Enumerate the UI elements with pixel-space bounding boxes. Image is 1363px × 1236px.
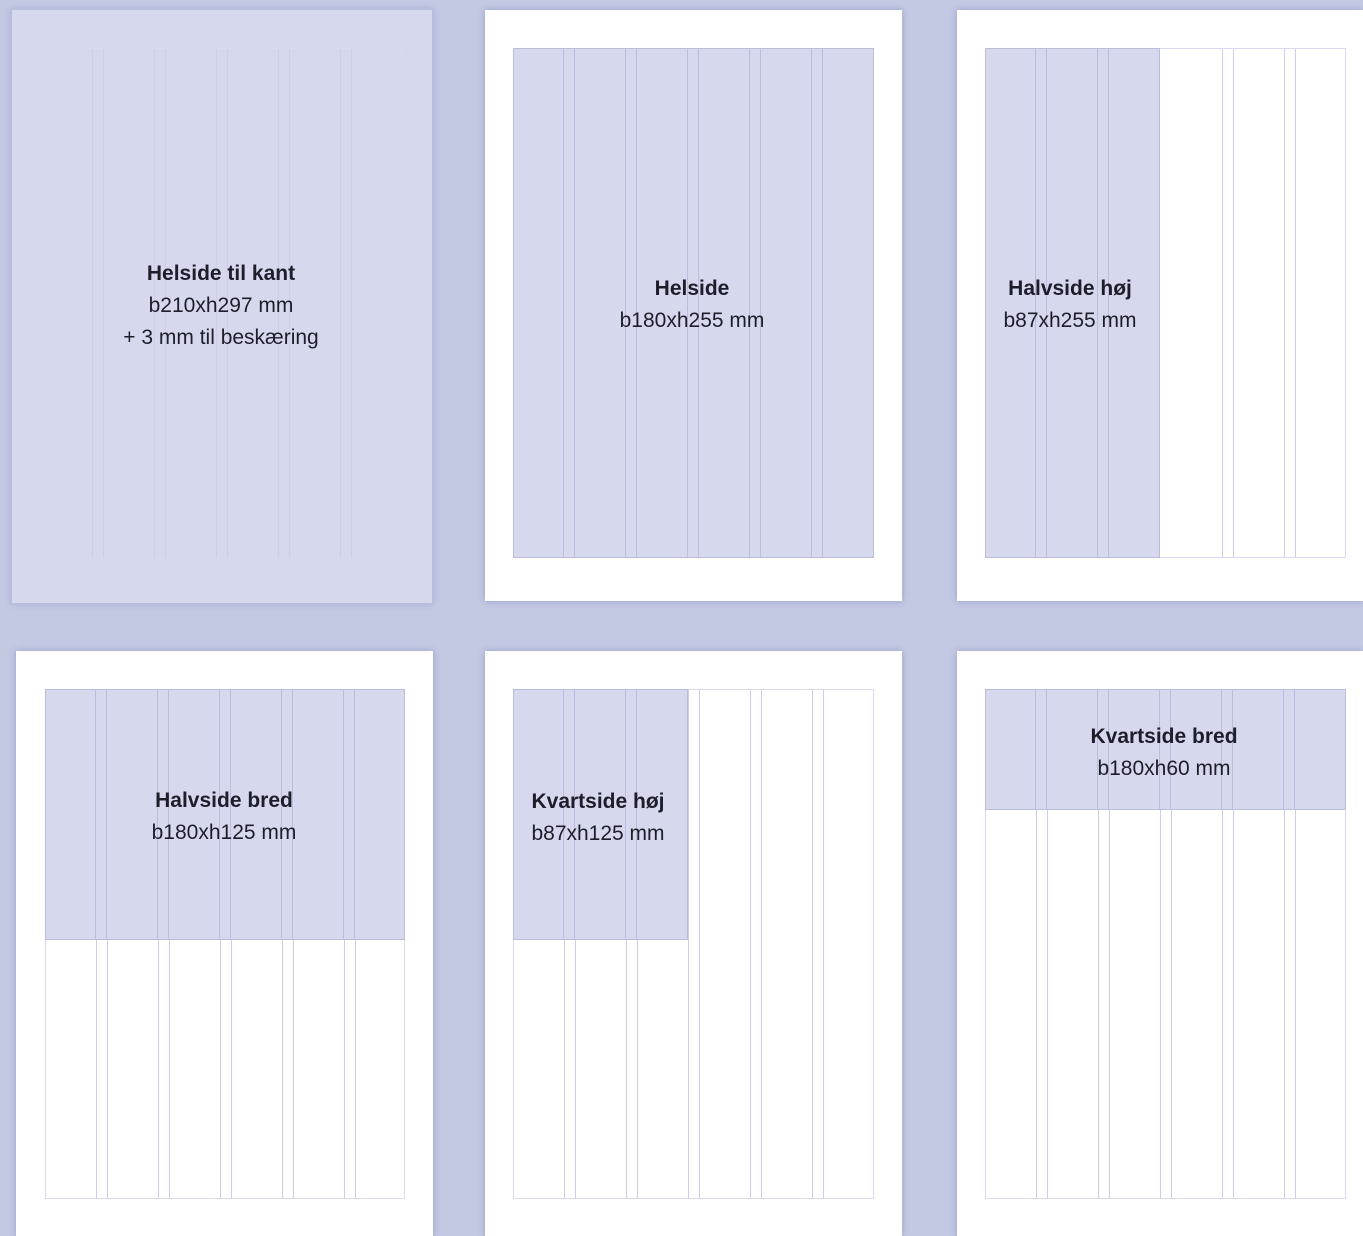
column-guide: [822, 48, 823, 558]
ad-size-label: Kvartside bred b180xh60 mm: [1090, 721, 1237, 785]
column-guide: [688, 690, 689, 1198]
ad-size-title: Helside til kant: [146, 262, 296, 285]
column-guide: [761, 690, 762, 1198]
column-guide: [1046, 689, 1047, 810]
ad-size-card-halvside-hoj: Halvside høj b87xh255 mm: [957, 10, 1363, 601]
column-guide: [1035, 689, 1036, 810]
ad-size-label: Kvartside høj b87xh125 mm: [531, 786, 664, 850]
column-guide: [106, 689, 107, 940]
column-guide: [92, 49, 93, 558]
ad-size-dimensions: b180xh125 mm: [151, 821, 297, 844]
ad-size-dimensions: b210xh297 mm: [148, 294, 294, 317]
ad-size-title: Kvartside høj: [531, 790, 665, 813]
ad-size-dimensions: b180xh255 mm: [619, 309, 765, 332]
ad-size-dimensions: b87xh255 mm: [1003, 309, 1137, 332]
column-guide: [812, 690, 813, 1198]
column-guide: [574, 48, 575, 558]
ad-size-title: Helside: [654, 277, 730, 300]
column-guide: [95, 689, 96, 940]
column-guide: [563, 48, 564, 558]
ad-size-card-kvartside-bred: Kvartside bred b180xh60 mm: [957, 651, 1363, 1236]
ad-size-label: Halvside høj b87xh255 mm: [1003, 273, 1136, 337]
column-guide: [103, 49, 104, 558]
ad-size-card-helside-til-kant: Helside til kant b210xh297 mm + 3 mm til…: [10, 8, 434, 605]
ad-size-label: Halvside bred b180xh125 mm: [152, 785, 297, 849]
ad-size-dimensions: b180xh60 mm: [1097, 757, 1231, 780]
ad-size-label: Helside b180xh255 mm: [620, 273, 765, 337]
column-guide: [351, 49, 352, 558]
column-guide: [354, 689, 355, 940]
column-guide: [1294, 689, 1295, 810]
column-guide: [750, 690, 751, 1198]
column-guide: [1233, 49, 1234, 557]
column-guide: [1284, 49, 1285, 557]
ad-size-card-halvside-bred: Halvside bred b180xh125 mm: [16, 651, 433, 1236]
column-guide: [811, 48, 812, 558]
column-guide: [340, 49, 341, 558]
column-guide: [823, 690, 824, 1198]
ad-size-dimensions: b87xh125 mm: [531, 822, 665, 845]
column-guide: [699, 690, 700, 1198]
ad-size-bleed-note: + 3 mm til beskæring: [123, 326, 319, 349]
ad-size-title: Halvside høj: [1008, 277, 1132, 300]
column-guide: [343, 689, 344, 940]
ad-size-card-helside: Helside b180xh255 mm: [485, 10, 902, 601]
column-guide: [1295, 49, 1296, 557]
ad-size-label: Helside til kant b210xh297 mm + 3 mm til…: [123, 258, 318, 354]
column-guide: [1283, 689, 1284, 810]
ad-size-title: Halvside bred: [155, 789, 293, 812]
ad-size-title: Kvartside bred: [1090, 725, 1238, 748]
ad-size-card-kvartside-hoj: Kvartside høj b87xh125 mm: [485, 651, 902, 1236]
column-guide: [1222, 49, 1223, 557]
